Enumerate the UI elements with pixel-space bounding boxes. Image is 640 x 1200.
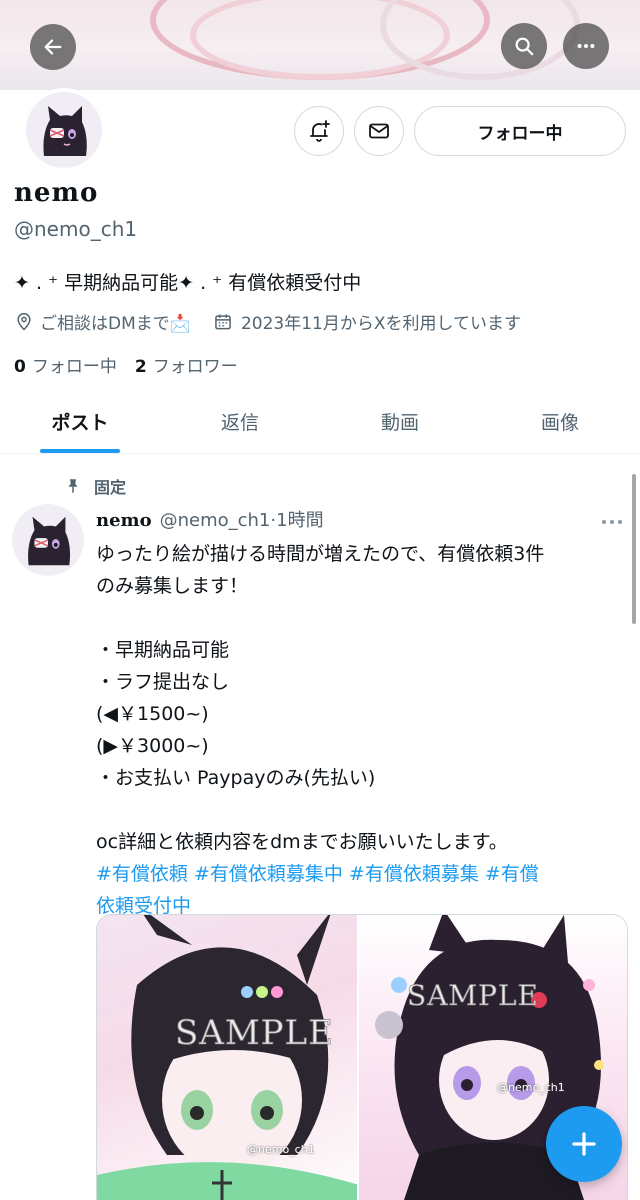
post-text-line: ・ラフ提出なし <box>96 671 230 693</box>
post-text-line <box>96 602 628 634</box>
post-time[interactable]: 1時間 <box>276 506 323 532</box>
profile-avatar[interactable] <box>22 88 106 172</box>
follow-stats: 0 フォロー中 2 フォロワー <box>14 352 256 377</box>
post-text-line: ・お支払い Paypayのみ(先払い) <box>96 767 376 789</box>
sample-overlay-text: SAMPLE <box>407 979 539 1013</box>
post-text-line: ・早期納品可能 <box>96 639 230 661</box>
arrow-left-icon <box>44 39 62 55</box>
black-cat-avatar-icon <box>43 106 87 156</box>
image-watermark: @nemo_ch1 <box>497 1081 565 1094</box>
join-date-text: 2023年11月からXを利用しています <box>240 314 521 334</box>
post-image[interactable]: SAMPLE @nemo_ch1 <box>97 915 358 1200</box>
post-text-line: (◀︎￥1500~) <box>96 703 209 725</box>
following-button[interactable]: フォロー中 <box>414 106 626 156</box>
compose-post-button[interactable] <box>546 1106 622 1182</box>
post-author-avatar[interactable] <box>12 504 84 576</box>
post-text-line: (▶︎￥3000~) <box>96 735 209 757</box>
illustration-cat-girl-image <box>97 915 358 1200</box>
tab-label: 返信 <box>220 412 259 434</box>
following-label: フォロー中 <box>31 357 117 377</box>
tab-label: ポスト <box>51 412 109 434</box>
tab-images[interactable]: 画像 <box>480 390 640 453</box>
hashtag-links[interactable]: #有償依頼 #有償依頼募集中 #有償依頼募集 #有償 <box>96 858 628 890</box>
tab-posts[interactable]: ポスト <box>0 390 160 453</box>
tab-videos[interactable]: 動画 <box>320 390 480 453</box>
pin-icon <box>68 479 78 493</box>
message-button[interactable] <box>354 106 404 156</box>
profile-location: ご相談はDMまで📩 <box>14 309 191 334</box>
post-header: nemo @nemo_ch1 · 1時間 <box>96 506 324 532</box>
followers-label: フォロワー <box>152 357 238 377</box>
black-cat-avatar-icon <box>28 516 71 566</box>
pinned-label: 固定 <box>94 478 127 497</box>
post-body: ゆったり絵が描ける時間が増えたので、有償依頼3件 のみ募集します！ ・早期納品可… <box>96 538 628 922</box>
back-button[interactable] <box>30 24 76 70</box>
profile-meta: ご相談はDMまで📩 2023年11月からXを利用しています <box>14 309 521 334</box>
tab-replies[interactable]: 返信 <box>160 390 320 453</box>
post-text-line <box>96 794 628 826</box>
envelope-icon <box>369 123 389 139</box>
post-text-line: ゆったり絵が描ける時間が増えたので、有償依頼3件 <box>96 543 545 565</box>
tab-label: 動画 <box>380 412 419 434</box>
profile-tabs: ポスト 返信 動画 画像 <box>0 390 640 454</box>
post-more-button[interactable] <box>600 512 624 531</box>
notification-subscribe-button[interactable] <box>294 106 344 156</box>
post-text-line: oc詳細と依頼内容をdmまでお願いいたします。 <box>96 831 508 853</box>
bell-plus-icon <box>310 120 330 142</box>
search-button[interactable] <box>501 23 547 69</box>
post-text-line: のみ募集します！ <box>96 575 249 597</box>
profile-display-name: nemo <box>14 178 99 208</box>
search-icon <box>515 37 534 56</box>
profile-join-date: 2023年11月からXを利用しています <box>213 309 521 334</box>
plus-icon <box>572 1132 596 1156</box>
avatar-image <box>26 92 102 168</box>
scrollbar[interactable] <box>632 474 636 624</box>
followers-stat[interactable]: 2 フォロワー <box>135 352 238 377</box>
location-text: ご相談はDMまで📩 <box>40 314 191 334</box>
tab-label: 画像 <box>540 412 579 434</box>
post-author-handle[interactable]: @nemo_ch1 <box>160 510 271 531</box>
location-pin-icon <box>17 312 31 331</box>
profile-handle: @nemo_ch1 <box>14 217 138 241</box>
profile-bio: ✦ . ⁺ 早期納品可能✦ . ⁺ 有償依頼受付中 <box>14 272 362 294</box>
post-author-name[interactable]: nemo <box>96 510 152 531</box>
more-button[interactable] <box>563 23 609 69</box>
followers-count: 2 <box>134 357 147 377</box>
following-count: 0 <box>14 357 26 377</box>
active-tab-indicator <box>40 449 120 453</box>
more-horizontal-icon <box>577 43 595 49</box>
image-watermark: @nemo_ch1 <box>247 1143 315 1156</box>
more-horizontal-icon <box>602 520 622 524</box>
following-stat[interactable]: 0 フォロー中 <box>14 352 117 377</box>
calendar-icon <box>215 314 231 329</box>
pinned-indicator: 固定 <box>64 474 126 498</box>
sample-overlay-text: SAMPLE <box>175 1013 334 1054</box>
